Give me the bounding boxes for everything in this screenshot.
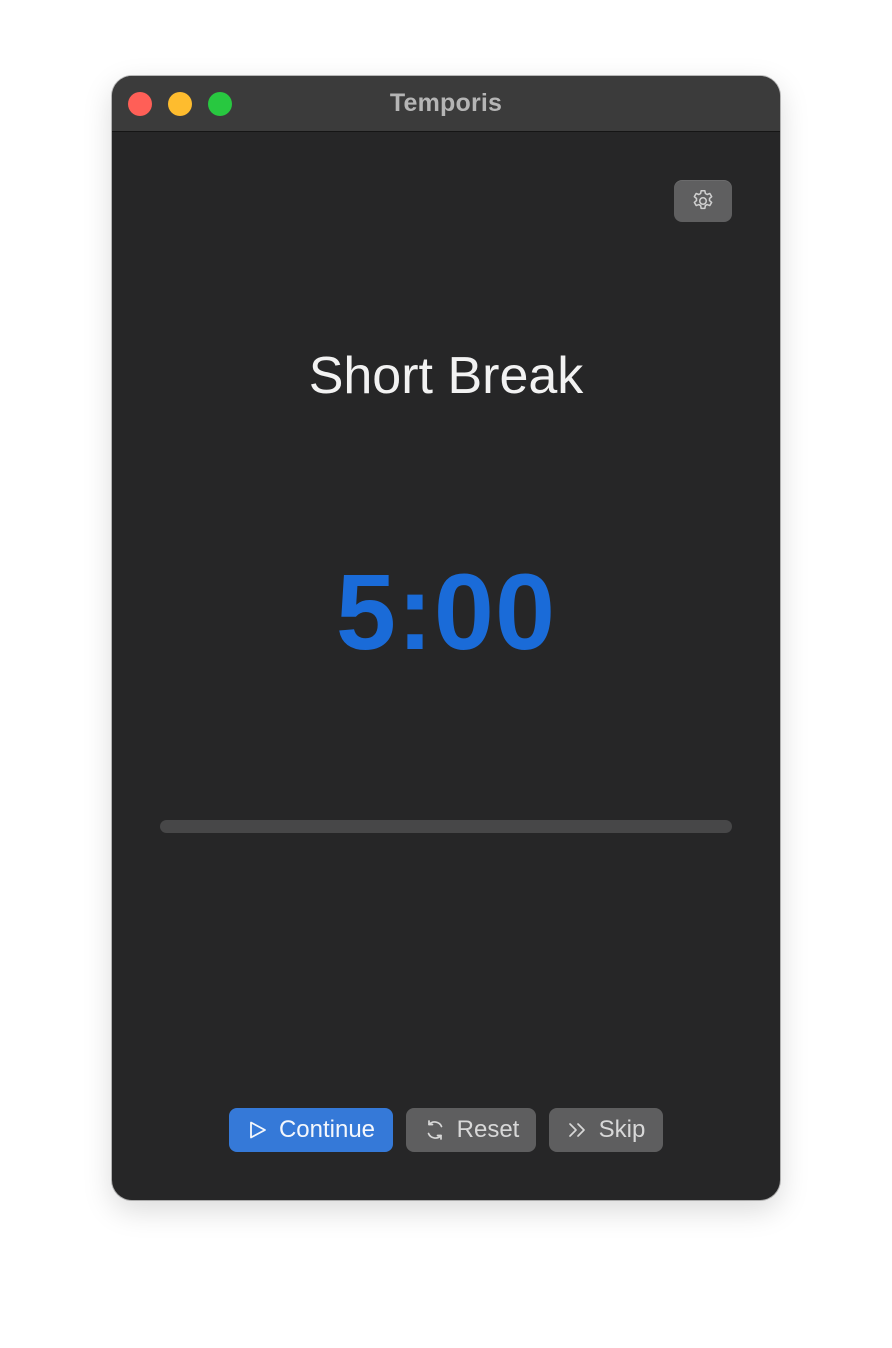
continue-button-label: Continue bbox=[278, 1116, 376, 1143]
refresh-icon bbox=[423, 1118, 447, 1142]
reset-button[interactable]: Reset bbox=[406, 1108, 536, 1152]
continue-button[interactable]: Continue bbox=[229, 1108, 393, 1152]
app-window: Temporis Short Break 5:00 Continue Reset… bbox=[112, 76, 780, 1200]
window-title: Temporis bbox=[389, 89, 503, 117]
timer-display: 5:00 bbox=[335, 551, 557, 672]
skip-forward-icon bbox=[567, 1119, 589, 1141]
session-mode-title: Short Break bbox=[308, 347, 584, 405]
play-icon bbox=[247, 1119, 269, 1141]
title-bar[interactable]: Temporis bbox=[112, 76, 780, 132]
reset-button-label: Reset bbox=[456, 1116, 520, 1143]
progress-bar bbox=[160, 820, 732, 833]
skip-button[interactable]: Skip bbox=[549, 1108, 663, 1152]
skip-button-label: Skip bbox=[598, 1116, 646, 1143]
gear-icon bbox=[690, 188, 716, 214]
settings-button[interactable] bbox=[674, 180, 732, 222]
